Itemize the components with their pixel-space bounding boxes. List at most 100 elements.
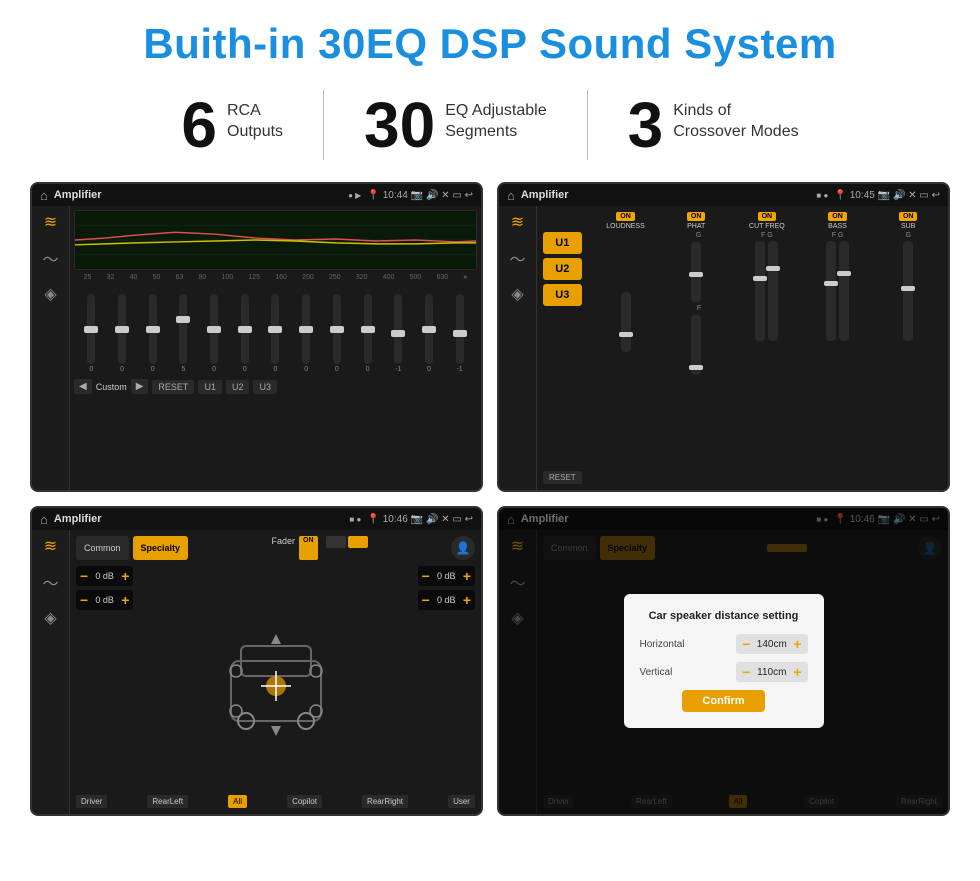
eq-sliders-row: 0 0 0 5	[74, 283, 477, 373]
db-minus-4[interactable]: −	[422, 592, 430, 608]
tab-specialty-3[interactable]: Specialty	[133, 536, 189, 560]
screen-fader: ⌂ Amplifier ■ ● 📍 10:46 📷 🔊 ✕ ▭ ↩ ≋ 〜 ◈ …	[30, 506, 483, 816]
u1-button[interactable]: U1	[543, 232, 582, 254]
rearright-btn-3[interactable]: RearRight	[362, 795, 408, 808]
db-plus-2[interactable]: +	[121, 592, 129, 608]
tab-common-3[interactable]: Common	[76, 536, 129, 560]
fader-tabs: Common Specialty Fader ON 👤	[76, 536, 475, 560]
amp-channel-bass: ON BASS F G	[804, 212, 872, 484]
db-minus-2[interactable]: −	[80, 592, 88, 608]
eq-slider-13[interactable]: -1	[456, 294, 464, 373]
vertical-value: 110cm	[754, 667, 789, 678]
stat-label-rca: RCAOutputs	[227, 93, 283, 143]
freq-200: 200	[302, 274, 314, 281]
eq-main-panel: 25 32 40 50 63 80 100 125 160 200 250 32…	[70, 206, 481, 490]
eq-slider-8[interactable]: 0	[302, 294, 310, 373]
sidebar-wave-icon-2[interactable]: 〜	[509, 246, 525, 270]
freq-250: 250	[329, 274, 341, 281]
profile-icon-3[interactable]: 👤	[451, 536, 475, 560]
db-minus-1[interactable]: −	[80, 568, 88, 584]
vertical-control: − 110cm +	[736, 662, 807, 682]
home-icon-1: ⌂	[40, 188, 48, 203]
cutfreq-label: CUT FREQ	[749, 223, 785, 230]
eq-slider-12[interactable]: 0	[425, 294, 433, 373]
fader-label: Fader	[272, 536, 296, 560]
eq-u2-button[interactable]: U2	[226, 380, 250, 394]
eq-slider-3[interactable]: 0	[149, 294, 157, 373]
driver-btn-3[interactable]: Driver	[76, 795, 107, 808]
sidebar-wave-icon-3[interactable]: 〜	[42, 570, 58, 594]
freq-scroll[interactable]: »	[463, 274, 467, 281]
freq-50: 50	[153, 274, 161, 281]
stat-item-rca: 6 RCAOutputs	[141, 93, 323, 157]
db-value-2: 0 dB	[92, 595, 117, 605]
bass-on[interactable]: ON	[828, 212, 847, 221]
eq-slider-9[interactable]: 0	[333, 294, 341, 373]
confirm-button[interactable]: Confirm	[682, 690, 764, 712]
sidebar-eq-icon-3[interactable]: ≋	[44, 536, 57, 556]
eq-slider-11[interactable]: -1	[394, 294, 402, 373]
horizontal-plus[interactable]: +	[793, 636, 801, 652]
car-diagram-svg	[211, 616, 341, 746]
vertical-minus[interactable]: −	[742, 664, 750, 680]
horizontal-control: − 140cm +	[736, 634, 807, 654]
phat-on[interactable]: ON	[687, 212, 706, 221]
amp-channel-sub: ON SUB G	[874, 212, 942, 484]
eq-next-button[interactable]: ▶	[131, 379, 149, 394]
u3-button[interactable]: U3	[543, 284, 582, 306]
user-btn-3[interactable]: User	[448, 795, 475, 808]
stat-number-crossover: 3	[628, 93, 664, 157]
freq-25: 25	[84, 274, 92, 281]
sidebar-wave-icon[interactable]: 〜	[42, 246, 58, 270]
screen-title-2: Amplifier	[521, 189, 811, 201]
db-value-3: 0 dB	[434, 571, 459, 581]
sidebar-speaker-icon[interactable]: ◈	[44, 284, 56, 304]
horizontal-minus[interactable]: −	[742, 636, 750, 652]
screens-grid: ⌂ Amplifier ● ▶ 📍 10:44 📷 🔊 ✕ ▭ ↩ ≋ 〜 ◈	[30, 182, 950, 816]
eq-reset-button[interactable]: RESET	[152, 380, 194, 394]
all-btn-3[interactable]: All	[228, 795, 247, 808]
eq-u3-button[interactable]: U3	[253, 380, 277, 394]
eq-slider-6[interactable]: 0	[241, 294, 249, 373]
sidebar-eq-icon-2[interactable]: ≋	[511, 212, 524, 232]
vertical-plus[interactable]: +	[793, 664, 801, 680]
stat-number-eq: 30	[364, 93, 435, 157]
eq-slider-1[interactable]: 0	[87, 294, 95, 373]
screen-content-1: ≋ 〜 ◈	[32, 206, 481, 490]
rearleft-btn-3[interactable]: RearLeft	[147, 795, 188, 808]
freq-320: 320	[356, 274, 368, 281]
status-bar-1: ⌂ Amplifier ● ▶ 📍 10:44 📷 🔊 ✕ ▭ ↩	[32, 184, 481, 206]
sidebar-speaker-icon-3[interactable]: ◈	[44, 608, 56, 628]
bass-label: BASS	[828, 223, 847, 230]
sidebar-speaker-icon-2[interactable]: ◈	[511, 284, 523, 304]
u2-button[interactable]: U2	[543, 258, 582, 280]
horizontal-label: Horizontal	[640, 639, 685, 650]
eq-slider-4[interactable]: 5	[179, 294, 187, 373]
loudness-on[interactable]: ON	[616, 212, 635, 221]
stat-number-rca: 6	[181, 93, 217, 157]
copilot-btn-3[interactable]: Copilot	[287, 795, 322, 808]
fader-on-toggle[interactable]: ON	[299, 536, 318, 560]
cutfreq-on[interactable]: ON	[758, 212, 777, 221]
db-value-1: 0 dB	[92, 571, 117, 581]
amp2-reset-button[interactable]: RESET	[543, 471, 582, 484]
screen-eq: ⌂ Amplifier ● ▶ 📍 10:44 📷 🔊 ✕ ▭ ↩ ≋ 〜 ◈	[30, 182, 483, 492]
eq-u1-button[interactable]: U1	[198, 380, 222, 394]
amp-u-buttons: U1 U2 U3 RESET	[543, 212, 582, 484]
db-control-left: − 0 dB + − 0 dB +	[76, 566, 133, 795]
eq-slider-10[interactable]: 0	[364, 294, 372, 373]
db-plus-4[interactable]: +	[463, 592, 471, 608]
eq-slider-7[interactable]: 0	[271, 294, 279, 373]
db-minus-3[interactable]: −	[422, 568, 430, 584]
eq-slider-5[interactable]: 0	[210, 294, 218, 373]
dialog-overlay: Car speaker distance setting Horizontal …	[499, 508, 948, 814]
status-icons-1: 📍 10:44 📷 🔊 ✕ ▭ ↩	[367, 190, 473, 201]
sidebar-1: ≋ 〜 ◈	[32, 206, 70, 490]
eq-prev-button[interactable]: ◀	[74, 379, 92, 394]
screen-dialog: ⌂ Amplifier ■ ● 📍 10:46 📷 🔊 ✕ ▭ ↩ ≋ 〜 ◈ …	[497, 506, 950, 816]
db-plus-3[interactable]: +	[463, 568, 471, 584]
db-plus-1[interactable]: +	[121, 568, 129, 584]
sub-on[interactable]: ON	[899, 212, 918, 221]
sidebar-eq-icon[interactable]: ≋	[44, 212, 57, 232]
eq-slider-2[interactable]: 0	[118, 294, 126, 373]
